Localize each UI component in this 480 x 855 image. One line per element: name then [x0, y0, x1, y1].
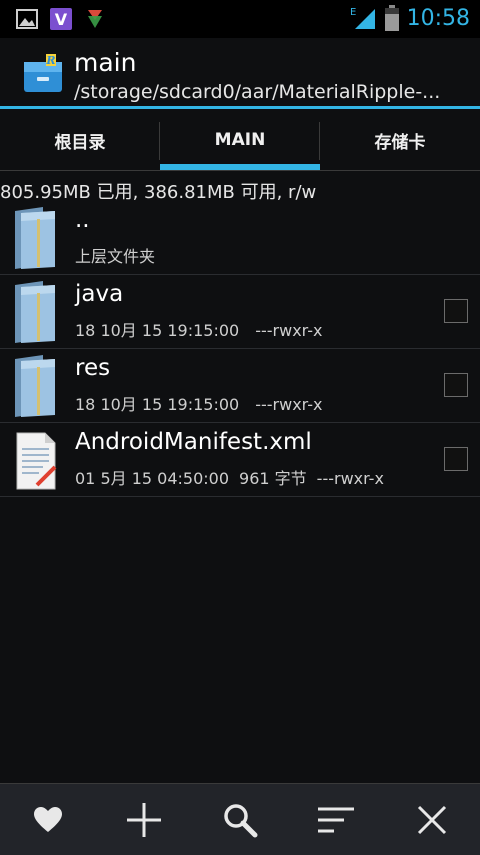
file-permissions: ---rwxr-x [255, 321, 323, 340]
file-permissions: ---rwxr-x [316, 469, 384, 488]
file-list: .. 上层文件夹 java 18 10月 15 19:15:00 ---rwxr-… [0, 201, 480, 497]
file-date: 18 10月 15 19:15:00 [75, 395, 240, 414]
list-item-res[interactable]: res 18 10月 15 19:15:00 ---rwxr-x [0, 349, 480, 423]
signal-icon: E [350, 7, 375, 29]
status-bar: V E 10:58 [0, 0, 480, 38]
file-size: 961 字节 [239, 469, 307, 488]
bottom-toolbar [0, 783, 480, 855]
file-date: 18 10月 15 19:15:00 [75, 321, 240, 340]
folder-icon [15, 355, 55, 417]
tab-main-label: MAIN [214, 130, 266, 150]
search-icon [224, 804, 258, 838]
select-checkbox[interactable] [444, 373, 468, 397]
battery-icon [384, 5, 399, 31]
select-checkbox[interactable] [444, 447, 468, 471]
tab-root[interactable]: 根目录 [0, 110, 160, 170]
title-divider [0, 106, 480, 109]
svg-text:V: V [55, 10, 68, 29]
file-meta: 18 10月 15 19:15:00 ---rwxr-x [75, 391, 338, 415]
tab-root-label: 根目录 [54, 132, 106, 153]
current-path: /storage/sdcard0/aar/MaterialRipple-... [74, 81, 441, 103]
favorite-button[interactable] [26, 798, 70, 842]
folder-icon [15, 281, 55, 343]
list-item-java[interactable]: java 18 10月 15 19:15:00 ---rwxr-x [0, 275, 480, 349]
file-name: java [75, 281, 124, 307]
list-item-parent-folder[interactable]: .. 上层文件夹 [0, 201, 480, 275]
action-bar: R main /storage/sdcard0/aar/MaterialRipp… [0, 38, 480, 106]
viber-icon: V [50, 8, 72, 30]
close-button[interactable] [410, 798, 454, 842]
network-type: E [350, 7, 356, 18]
svg-text:R: R [45, 54, 55, 67]
download-icon [88, 10, 102, 28]
file-subtitle: 上层文件夹 [75, 247, 156, 266]
favorite-icon [34, 807, 62, 832]
file-name: AndroidManifest.xml [75, 429, 312, 455]
tab-sdcard-label: 存储卡 [374, 132, 426, 153]
add-button[interactable] [122, 798, 166, 842]
file-name: .. [75, 207, 90, 233]
file-date: 01 5月 15 04:50:00 [75, 469, 230, 488]
system-indicators: E 10:58 [349, 5, 470, 31]
folder-icon [15, 207, 55, 269]
tab-sdcard[interactable]: 存储卡 [320, 110, 480, 170]
sort-button[interactable] [314, 798, 358, 842]
image-icon [16, 9, 38, 29]
clock: 10:58 [406, 5, 470, 31]
tab-main[interactable]: MAIN [160, 110, 320, 170]
select-checkbox[interactable] [444, 299, 468, 323]
sort-icon [318, 807, 354, 833]
notification-icons: V [16, 8, 106, 30]
file-meta: 01 5月 15 04:50:00 961 字节 ---rwxr-x [75, 465, 400, 489]
search-button[interactable] [218, 798, 262, 842]
file-meta: 18 10月 15 19:15:00 ---rwxr-x [75, 317, 338, 341]
root-explorer-app-icon[interactable]: R [22, 52, 64, 94]
file-permissions: ---rwxr-x [255, 395, 323, 414]
add-icon [127, 803, 161, 837]
tab-bar-divider [0, 170, 480, 171]
file-icon [16, 432, 57, 490]
list-item-androidmanifest[interactable]: AndroidManifest.xml 01 5月 15 04:50:00 961… [0, 423, 480, 497]
file-name: res [75, 355, 111, 381]
tab-bar: 根目录 MAIN 存储卡 [0, 110, 480, 170]
close-icon [417, 805, 447, 835]
page-title: main [74, 48, 137, 77]
